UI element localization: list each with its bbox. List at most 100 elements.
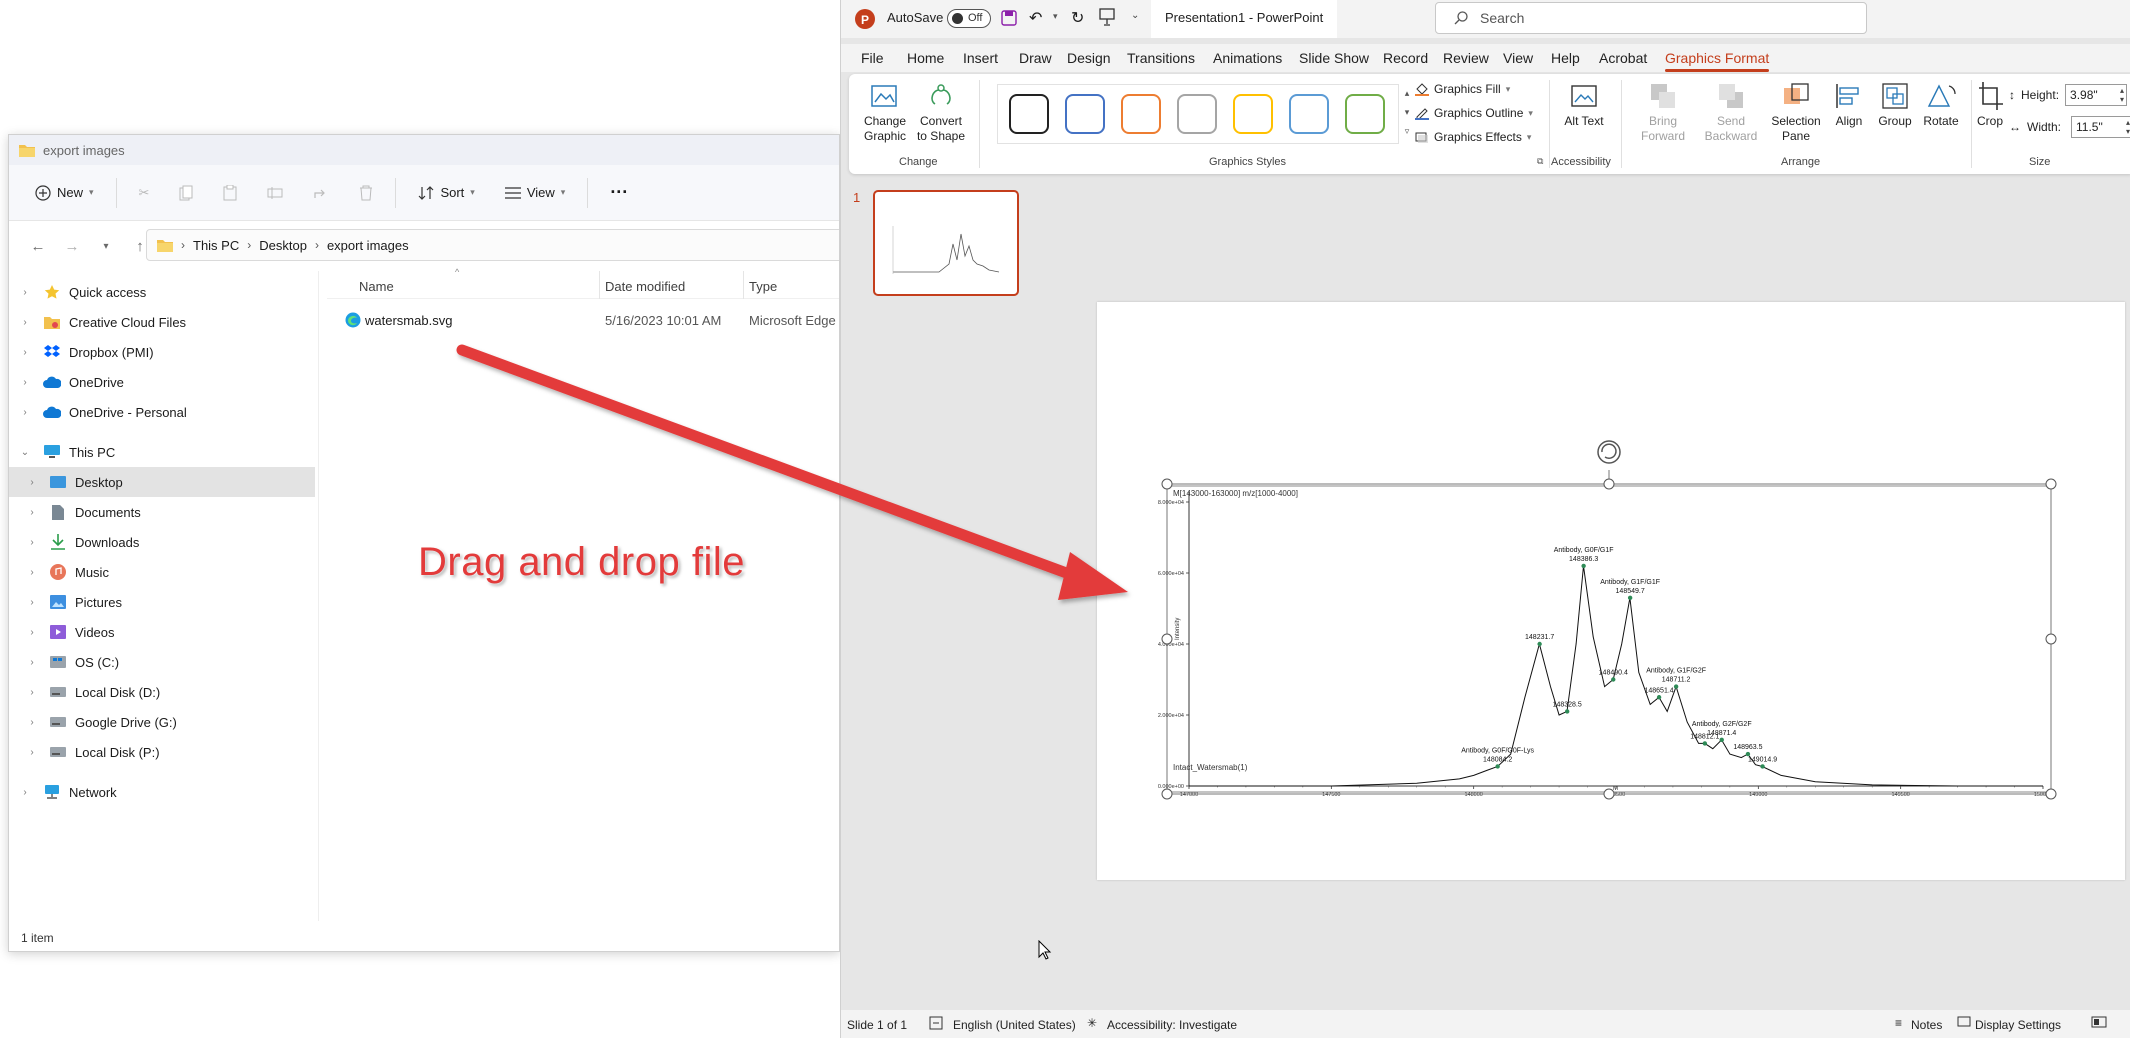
nav-item-downloads[interactable]: › Downloads (9, 527, 315, 557)
tab-design[interactable]: Design (1067, 50, 1111, 66)
nav-item-videos[interactable]: › Videos (9, 617, 315, 647)
style-swatch[interactable] (1289, 94, 1329, 134)
nav-item-desktop[interactable]: › Desktop (9, 467, 315, 497)
spell-check-icon[interactable] (929, 1016, 943, 1030)
nav-item-local-disk-p[interactable]: › Local Disk (P:) (9, 737, 315, 767)
group-button[interactable]: Group (1873, 80, 1917, 129)
chevron-right-icon[interactable]: › (9, 407, 41, 418)
chevron-down-icon[interactable]: ▾ (1053, 11, 1058, 22)
sort-button[interactable]: Sort ▾ (410, 176, 482, 210)
chevron-right-icon[interactable]: › (9, 687, 41, 698)
style-swatch[interactable] (1177, 94, 1217, 134)
resize-handle[interactable] (1161, 478, 1173, 490)
send-backward-button[interactable]: Send Backward (1699, 80, 1763, 144)
chevron-right-icon[interactable]: › (9, 747, 41, 758)
tab-acrobat[interactable]: Acrobat (1599, 50, 1647, 66)
rotate-handle[interactable] (1597, 440, 1621, 464)
rotate-button[interactable]: Rotate (1919, 80, 1963, 129)
dialog-launcher-icon[interactable]: ⧉ (1537, 156, 1543, 167)
resize-handle[interactable] (2045, 478, 2057, 490)
save-icon[interactable] (1001, 10, 1017, 26)
chevron-right-icon[interactable]: › (9, 287, 41, 298)
search-box[interactable]: Search (1435, 2, 1867, 34)
nav-item-music[interactable]: › Music (9, 557, 315, 587)
chevron-down-icon[interactable]: ⌄ (9, 447, 41, 458)
tab-file[interactable]: File (861, 50, 884, 66)
nav-item-onedrive-personal[interactable]: › OneDrive - Personal (9, 397, 315, 427)
cut-button[interactable]: ✂ (131, 176, 158, 210)
address-bar[interactable]: › This PC › Desktop › export images (146, 229, 839, 261)
chevron-right-icon[interactable]: › (9, 787, 41, 798)
chevron-right-icon[interactable]: › (9, 347, 41, 358)
spinner-icon[interactable]: ▴ ▾ (2120, 86, 2124, 104)
new-button[interactable]: New ▾ (27, 176, 102, 210)
paste-button[interactable] (215, 176, 245, 210)
view-button[interactable]: View ▾ (497, 176, 573, 210)
language-status[interactable]: English (United States) (953, 1018, 1076, 1032)
nav-item-google-drive[interactable]: › Google Drive (G:) (9, 707, 315, 737)
notes-button[interactable]: Notes (1911, 1018, 1942, 1032)
tab-graphics-format[interactable]: Graphics Format (1665, 50, 1770, 72)
chevron-right-icon[interactable]: › (9, 597, 41, 608)
normal-view-icon[interactable] (2091, 1016, 2107, 1028)
column-header-date-modified[interactable]: Date modified (605, 279, 685, 294)
gallery-scroll[interactable]: ▴ ▾ ▿ (1401, 84, 1413, 144)
resize-handle[interactable] (1161, 788, 1173, 800)
nav-item-this-pc[interactable]: ⌄ This PC (9, 437, 315, 467)
resize-handle[interactable] (1603, 478, 1615, 490)
explorer-title-bar[interactable]: export images (9, 135, 839, 165)
tab-record[interactable]: Record (1383, 50, 1428, 66)
nav-item-creative-cloud[interactable]: › Creative Cloud Files (9, 307, 315, 337)
graphics-fill-button[interactable]: Graphics Fill ▾ (1415, 82, 1510, 96)
nav-item-pictures[interactable]: › Pictures (9, 587, 315, 617)
nav-item-onedrive[interactable]: › OneDrive (9, 367, 315, 397)
nav-item-network[interactable]: › Network (9, 777, 315, 807)
selection-pane-button[interactable]: Selection Pane (1769, 80, 1823, 144)
tab-slide-show[interactable]: Slide Show (1299, 50, 1369, 66)
nav-item-os-c[interactable]: › OS (C:) (9, 647, 315, 677)
tab-insert[interactable]: Insert (963, 50, 998, 66)
column-header-name[interactable]: Name (359, 279, 394, 294)
slide-canvas[interactable]: M[143000-163000] m/z[1000-4000] Intact_W… (1097, 302, 2125, 880)
tab-transitions[interactable]: Transitions (1127, 50, 1195, 66)
breadcrumb-this-pc[interactable]: This PC (193, 238, 239, 253)
forward-button[interactable]: → (61, 235, 83, 257)
recent-locations-button[interactable]: ▾ (95, 235, 117, 257)
share-button[interactable] (305, 176, 337, 210)
alt-text-button[interactable]: Alt Text (1559, 80, 1609, 129)
delete-button[interactable] (351, 176, 381, 210)
resize-handle[interactable] (1161, 633, 1173, 645)
chevron-right-icon[interactable]: › (9, 657, 41, 668)
graphics-outline-button[interactable]: Graphics Outline ▾ (1415, 106, 1533, 120)
column-divider[interactable] (743, 271, 744, 299)
redo-icon[interactable]: ↻ (1071, 8, 1084, 28)
undo-icon[interactable]: ↶ (1029, 8, 1042, 28)
copy-button[interactable] (171, 176, 201, 210)
chevron-right-icon[interactable]: › (9, 317, 41, 328)
chevron-right-icon[interactable]: › (9, 717, 41, 728)
column-header-type[interactable]: Type (749, 279, 777, 294)
align-button[interactable]: Align (1829, 80, 1869, 129)
tab-home[interactable]: Home (907, 50, 944, 66)
graphics-effects-button[interactable]: Graphics Effects ▾ (1415, 130, 1531, 144)
rename-button[interactable] (259, 176, 291, 210)
chevron-right-icon[interactable]: › (9, 627, 41, 638)
tab-help[interactable]: Help (1551, 50, 1580, 66)
slide-thumbnail[interactable] (873, 190, 1019, 296)
back-button[interactable]: ← (27, 235, 49, 257)
convert-to-shape-button[interactable]: Convert to Shape (915, 80, 967, 144)
autosave-toggle[interactable]: Off (947, 9, 991, 28)
resize-handle[interactable] (1603, 788, 1615, 800)
nav-item-quick-access[interactable]: › Quick access (9, 277, 315, 307)
breadcrumb-desktop[interactable]: Desktop (259, 238, 307, 253)
ppt-title-bar[interactable]: P AutoSave Off ↶ ▾ ↻ ⌄ Presentation1 - P… (841, 0, 2130, 38)
accessibility-status[interactable]: Accessibility: Investigate (1107, 1018, 1237, 1032)
chevron-right-icon[interactable]: › (9, 567, 41, 578)
resize-handle[interactable] (2045, 788, 2057, 800)
style-swatch[interactable] (1121, 94, 1161, 134)
resize-handle[interactable] (2045, 633, 2057, 645)
style-swatch[interactable] (1345, 94, 1385, 134)
display-settings-button[interactable]: Display Settings (1975, 1018, 2061, 1032)
chevron-right-icon[interactable]: › (9, 537, 41, 548)
crop-button[interactable]: Crop (1977, 80, 2003, 129)
